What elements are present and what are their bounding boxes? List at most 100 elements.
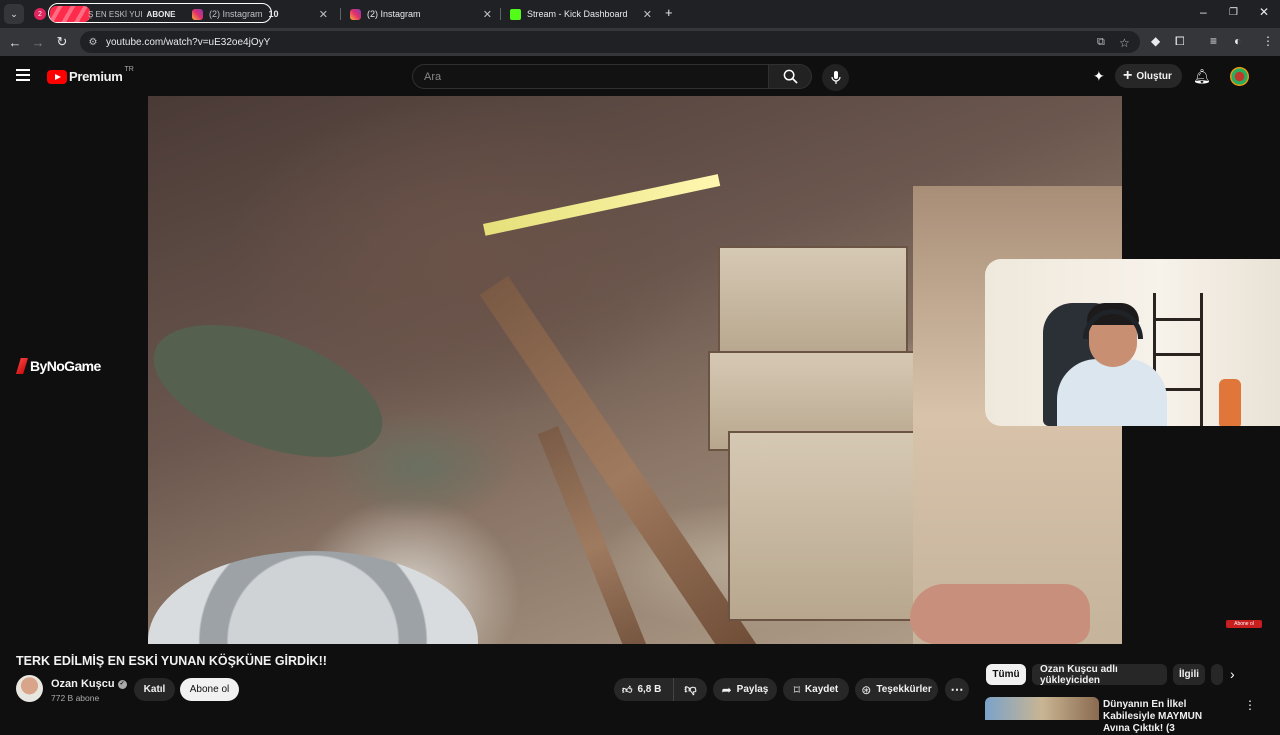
subscribe-button[interactable]: Abone ol bbox=[180, 678, 239, 701]
account-avatar[interactable] bbox=[1230, 67, 1249, 86]
search-icon bbox=[783, 69, 798, 84]
tab-title: Stream - Kick Dashboard bbox=[527, 9, 628, 19]
brand-overlay-text: ByNoGame bbox=[30, 358, 101, 374]
tab-separator bbox=[340, 8, 341, 20]
video-player[interactable] bbox=[148, 96, 1122, 644]
kick-icon bbox=[510, 8, 521, 20]
extension-diamond-icon[interactable]: ◆ bbox=[1151, 34, 1160, 48]
video-frame-board bbox=[728, 431, 938, 621]
channel-name-row[interactable]: Ozan Kuşcu ✓ bbox=[51, 678, 127, 690]
like-dislike-group: 👍︎ 6,8 B 👎︎ bbox=[614, 678, 707, 701]
thumbs-down-icon: 👎︎ bbox=[684, 682, 697, 696]
create-button[interactable]: + Oluştur bbox=[1115, 64, 1182, 88]
media-control-icon[interactable]: ≡ bbox=[1210, 34, 1217, 48]
webcam-person-body bbox=[1057, 359, 1167, 426]
join-button[interactable]: Katıl bbox=[134, 678, 175, 701]
tab-group-count: 10 bbox=[268, 9, 279, 19]
chip-related[interactable]: İlgili bbox=[1173, 664, 1205, 685]
reload-icon[interactable]: ↻ bbox=[53, 33, 71, 51]
browser-toolbar: ← → ↻ ⚙ youtube.com/watch?v=uE32oe4jOyY … bbox=[0, 28, 1280, 56]
notifications-bell-icon[interactable]: 🔔︎ bbox=[1193, 68, 1211, 85]
voice-search-button[interactable] bbox=[822, 64, 849, 91]
bookmark-star-icon[interactable]: ☆ bbox=[1119, 36, 1130, 50]
share-button[interactable]: ➦ Paylaş bbox=[713, 678, 777, 701]
search-input[interactable] bbox=[412, 64, 769, 89]
youtube-header: Premium TR bbox=[0, 56, 1280, 96]
tab-title: Ş EN ESKİ YUI bbox=[88, 9, 143, 19]
more-horizontal-icon: ⋯ bbox=[950, 681, 964, 697]
tab-youtube[interactable]: 2 Ş EN ESKİ YUI ABONE bbox=[28, 2, 188, 26]
chip-from-uploader[interactable]: Ozan Kuşcu adlı yükleyiciden bbox=[1032, 664, 1167, 686]
tab-kick[interactable]: Stream - Kick Dashboard ✕ bbox=[504, 2, 660, 26]
close-icon[interactable]: ✕ bbox=[319, 8, 328, 21]
forward-icon[interactable]: → bbox=[29, 33, 47, 51]
chip-overflow[interactable] bbox=[1211, 664, 1223, 685]
bookmark-icon: ⌑ bbox=[793, 682, 800, 697]
video-title: TERK EDİLMİŞ EN ESKİ YUNAN KÖŞKÜNE GİRDİ… bbox=[16, 654, 327, 668]
install-app-icon[interactable]: ⧉ bbox=[1097, 36, 1105, 49]
video-frame-hand bbox=[910, 584, 1090, 644]
search-bar bbox=[412, 64, 812, 89]
menu-icon[interactable] bbox=[16, 69, 30, 81]
more-vertical-icon[interactable]: ⋮ bbox=[1244, 698, 1256, 712]
tab-group-label: ABONE bbox=[146, 9, 176, 19]
subscribe-watermark[interactable]: Abone ol bbox=[1226, 620, 1262, 628]
restore-icon[interactable]: ❐ bbox=[1229, 7, 1238, 18]
create-label: Oluştur bbox=[1136, 70, 1172, 82]
channel-avatar[interactable] bbox=[16, 675, 43, 702]
back-icon[interactable]: ← bbox=[6, 33, 24, 51]
recommendation-title[interactable]: Dünyanın En İlkel Kabilesiyle MAYMUN Avı… bbox=[1103, 699, 1223, 735]
browser-menu-icon[interactable]: ⋮ bbox=[1262, 34, 1274, 48]
close-icon[interactable]: ✕ bbox=[483, 8, 492, 21]
close-icon[interactable]: ✕ bbox=[643, 8, 652, 21]
logo-text: Premium bbox=[69, 69, 123, 84]
search-button[interactable] bbox=[769, 64, 812, 89]
new-tab-icon[interactable]: + bbox=[665, 5, 673, 20]
bynogame-icon bbox=[16, 358, 28, 374]
thanks-button[interactable]: ⊛ Teşekkürler bbox=[855, 678, 938, 701]
save-button[interactable]: ⌑ Kaydet bbox=[783, 678, 849, 701]
subscribe-label: Abone ol bbox=[189, 684, 230, 695]
super-thanks-icon: ⊛ bbox=[861, 682, 872, 697]
minimize-icon[interactable]: – bbox=[1200, 5, 1207, 19]
channel-name: Ozan Kuşcu bbox=[51, 678, 115, 690]
brand-overlay-logo: ByNoGame bbox=[16, 358, 101, 374]
address-bar[interactable]: ⚙ youtube.com/watch?v=uE32oe4jOyY ⧉ ☆ bbox=[80, 31, 1140, 53]
notification-badge: 2 bbox=[34, 8, 46, 20]
like-count: 6,8 B bbox=[637, 684, 662, 695]
share-label: Paylaş bbox=[736, 684, 769, 695]
video-frame-light bbox=[483, 174, 721, 236]
more-actions-button[interactable]: ⋯ bbox=[945, 678, 969, 701]
thumbs-up-icon: 👍︎ bbox=[622, 684, 633, 696]
browser-tabstrip: ⌄ 2 Ş EN ESKİ YUI ABONE (2) Instagram 10… bbox=[0, 0, 1280, 28]
microphone-icon bbox=[830, 70, 841, 84]
dislike-button[interactable]: 👎︎ bbox=[674, 678, 707, 701]
join-label: Katıl bbox=[143, 684, 166, 695]
window-close-icon[interactable]: ✕ bbox=[1259, 5, 1269, 19]
youtube-icon bbox=[50, 6, 90, 22]
webcam-bottle bbox=[1219, 379, 1241, 426]
tab-instagram-1[interactable]: (2) Instagram 10 ✕ bbox=[186, 2, 336, 26]
tab-search-button[interactable]: ⌄ bbox=[4, 4, 24, 24]
youtube-play-icon bbox=[47, 69, 67, 84]
youtube-logo[interactable]: Premium TR bbox=[47, 66, 134, 84]
video-frame-gear bbox=[148, 551, 478, 644]
tab-separator bbox=[500, 8, 501, 20]
instagram-icon bbox=[192, 8, 203, 20]
chip-all[interactable]: Tümü bbox=[986, 664, 1026, 685]
chevron-right-icon[interactable]: › bbox=[1230, 666, 1235, 682]
recommendation-thumbnail[interactable] bbox=[985, 697, 1099, 720]
extensions-puzzle-icon[interactable]: ⧠ bbox=[1175, 34, 1185, 49]
site-info-icon[interactable]: ⚙ bbox=[86, 35, 100, 49]
ai-sparkle-icon[interactable]: ✦ bbox=[1093, 68, 1105, 85]
thanks-label: Teşekkürler bbox=[876, 684, 932, 695]
plus-icon: + bbox=[1123, 67, 1133, 84]
verified-check-icon: ✓ bbox=[117, 679, 127, 689]
tab-title: (2) Instagram bbox=[367, 9, 421, 19]
like-button[interactable]: 👍︎ 6,8 B bbox=[614, 678, 674, 701]
subscriber-count: 772 B abone bbox=[51, 693, 100, 703]
video-frame-cap bbox=[148, 298, 400, 484]
profile-icon[interactable]: ◐ bbox=[1234, 34, 1241, 48]
save-label: Kaydet bbox=[804, 684, 839, 695]
tab-instagram-2[interactable]: (2) Instagram ✕ bbox=[344, 2, 500, 26]
